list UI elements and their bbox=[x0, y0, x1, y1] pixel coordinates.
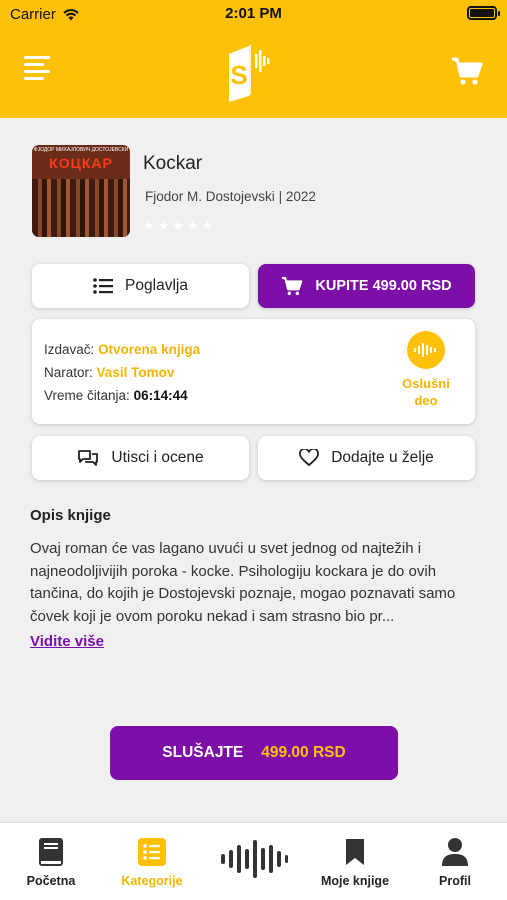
bookmark-icon bbox=[346, 839, 364, 865]
menu-button[interactable] bbox=[24, 56, 52, 84]
soundwave-icon bbox=[221, 840, 288, 878]
buy-label: KUPITE 499.00 RSD bbox=[315, 278, 452, 294]
listen-label: SLUŠAJTE bbox=[162, 744, 244, 761]
star-icon: ★ bbox=[186, 218, 199, 233]
book-icon bbox=[39, 838, 63, 866]
book-title: Kockar bbox=[143, 153, 203, 174]
wishlist-label: Dodajte u želje bbox=[331, 449, 434, 466]
see-more-link[interactable]: Vidite više bbox=[30, 633, 104, 650]
chapters-label: Poglavlja bbox=[125, 277, 188, 294]
status-time: 2:01 PM bbox=[225, 5, 282, 22]
bottom-tab-bar: Početna Kategorije Moje knjige Profil bbox=[0, 822, 507, 900]
chat-icon bbox=[78, 450, 99, 466]
sample-label-1: Oslušni bbox=[402, 376, 450, 391]
chapters-button[interactable]: Poglavlja bbox=[32, 264, 249, 308]
tab-my-books[interactable]: Moje knjige bbox=[310, 835, 400, 888]
heart-icon bbox=[299, 449, 320, 467]
listen-price: 499.00 RSD bbox=[261, 744, 346, 761]
book-year: 2022 bbox=[285, 189, 316, 204]
person-icon bbox=[442, 838, 468, 866]
publisher-link[interactable]: Otvorena knjiga bbox=[98, 342, 200, 357]
listen-button[interactable]: SLUŠAJTE 499.00 RSD bbox=[110, 726, 398, 780]
star-icon: ★ bbox=[201, 218, 214, 233]
reviews-label: Utisci i ocene bbox=[111, 449, 204, 466]
svg-text:S: S bbox=[230, 60, 247, 90]
narrator-link[interactable]: Vasil Tomov bbox=[97, 365, 175, 380]
tab-player[interactable] bbox=[209, 837, 299, 886]
sample-label-2: deo bbox=[414, 393, 438, 408]
app-header: Carrier 2:01 PM S bbox=[0, 0, 507, 118]
tab-home[interactable]: Početna bbox=[6, 835, 96, 888]
book-details-card: Izdavač: Otvorena knjiga Narator: Vasil … bbox=[32, 319, 475, 424]
star-icon: ★ bbox=[172, 218, 184, 233]
list-icon bbox=[138, 838, 166, 866]
cart-icon bbox=[282, 277, 303, 296]
reviews-button[interactable]: Utisci i ocene bbox=[32, 436, 249, 480]
book-cover-image: ФЈОДОР МИХАЈЛОВИЧ ДОСТОЈЕВСКИ КОЦКАР bbox=[32, 145, 130, 237]
cover-title-text: КОЦКАР bbox=[49, 155, 113, 171]
tab-profile[interactable]: Profil bbox=[410, 835, 500, 888]
description-heading: Opis knjige bbox=[30, 507, 111, 524]
star-icon: ★ bbox=[143, 218, 155, 233]
tab-categories[interactable]: Kategorije bbox=[107, 835, 197, 888]
list-icon bbox=[93, 278, 114, 294]
narrator-row: Narator: Vasil Tomov bbox=[44, 365, 175, 380]
app-logo: S bbox=[229, 44, 270, 102]
cart-button[interactable] bbox=[451, 56, 483, 86]
tab-categories-label: Kategorije bbox=[121, 874, 183, 888]
buy-button[interactable]: KUPITE 499.00 RSD bbox=[258, 264, 475, 308]
battery-icon bbox=[467, 6, 500, 20]
tab-home-label: Početna bbox=[26, 874, 76, 888]
reading-time-row: Vreme čitanja: 06:14:44 bbox=[44, 388, 188, 403]
cover-author-text: ФЈОДОР МИХАЈЛОВИЧ ДОСТОЈЕВСКИ bbox=[33, 147, 129, 153]
tab-my-books-label: Moje knjige bbox=[320, 874, 390, 888]
star-icon: ★ bbox=[157, 218, 170, 233]
soundwave-icon bbox=[414, 343, 436, 357]
book-meta: Fjodor M. Dostojevski | 2022 bbox=[145, 189, 316, 204]
rating-stars: ★ ★ ★ ★ ★ bbox=[143, 218, 213, 234]
status-bar: Carrier 2:01 PM bbox=[0, 0, 507, 28]
description-text: Ovaj roman će vas lagano uvući u svet je… bbox=[30, 540, 456, 625]
reading-time-value: 06:14:44 bbox=[133, 388, 188, 403]
publisher-row: Izdavač: Otvorena knjiga bbox=[44, 342, 201, 357]
listen-sample-button[interactable]: Oslušni deo bbox=[399, 331, 453, 409]
tab-profile-label: Profil bbox=[439, 874, 471, 888]
wishlist-button[interactable]: Dodajte u želje bbox=[258, 436, 475, 480]
book-author: Fjodor M. Dostojevski bbox=[145, 189, 275, 204]
